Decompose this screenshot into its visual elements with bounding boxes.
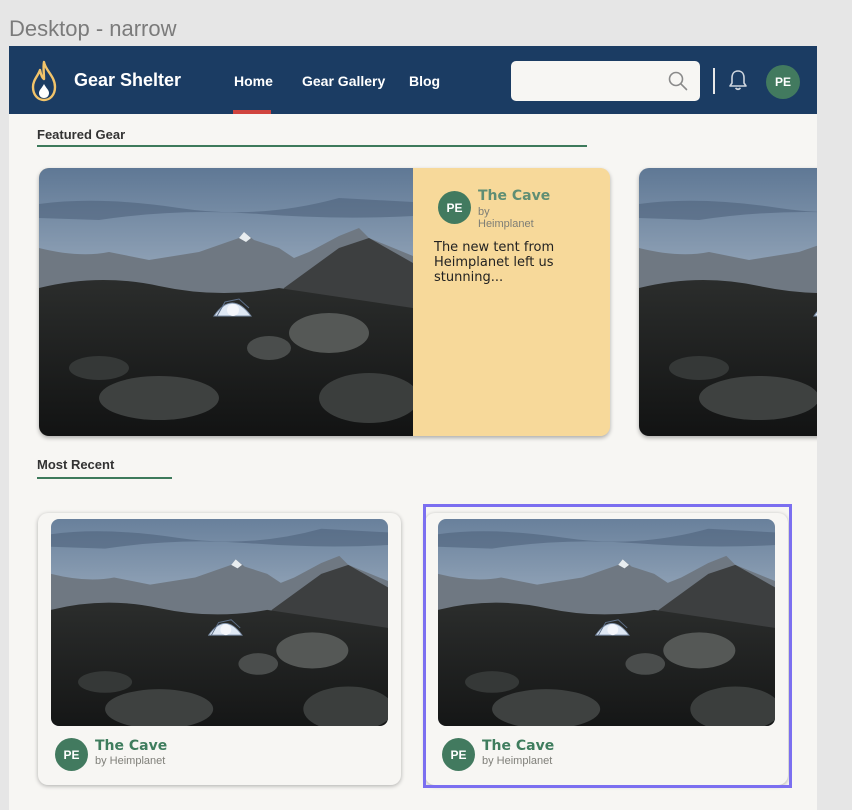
recent-card-title[interactable]: The Cave: [95, 738, 167, 754]
featured-section-title: Featured Gear: [37, 127, 126, 142]
nav-home[interactable]: Home: [234, 73, 273, 89]
featured-card-details: PE The Cave by Heimplanet The new tent f…: [413, 168, 610, 436]
header-divider: [713, 68, 715, 94]
featured-card-description: The new tent from Heimplanet left us stu…: [434, 240, 555, 285]
recent-card-author: by Heimplanet: [482, 755, 553, 767]
user-avatar[interactable]: PE: [766, 65, 800, 99]
flame-logo-icon[interactable]: [27, 60, 61, 102]
featured-card-next[interactable]: [639, 168, 817, 436]
author-avatar[interactable]: PE: [438, 191, 471, 224]
recent-card[interactable]: PE The Cave by Heimplanet: [425, 513, 788, 785]
top-navbar: Gear Shelter Home Gear Gallery Blog PE: [9, 46, 817, 114]
recent-section-underline: [37, 477, 172, 479]
recent-card-image: [438, 519, 775, 726]
search-icon[interactable]: [668, 71, 688, 91]
recent-card-image: [51, 519, 388, 726]
recent-card[interactable]: PE The Cave by Heimplanet: [38, 513, 401, 785]
featured-card-image: [39, 168, 413, 436]
brand-name[interactable]: Gear Shelter: [74, 70, 181, 91]
author-avatar[interactable]: PE: [55, 738, 88, 771]
featured-card-title[interactable]: The Cave: [478, 188, 550, 204]
author-avatar[interactable]: PE: [442, 738, 475, 771]
featured-card-author: by Heimplanet: [478, 206, 534, 230]
featured-card[interactable]: PE The Cave by Heimplanet The new tent f…: [39, 168, 610, 436]
active-nav-indicator: [233, 110, 271, 114]
nav-gear-gallery[interactable]: Gear Gallery: [302, 73, 385, 89]
recent-card-author: by Heimplanet: [95, 755, 166, 767]
nav-blog[interactable]: Blog: [409, 73, 440, 89]
bell-icon[interactable]: [728, 69, 748, 91]
recent-card-title[interactable]: The Cave: [482, 738, 554, 754]
search-input[interactable]: [511, 61, 700, 101]
frame-label: Desktop - narrow: [9, 16, 177, 41]
featured-section-underline: [37, 145, 587, 147]
desktop-frame: Gear Shelter Home Gear Gallery Blog PE F…: [9, 46, 817, 810]
recent-section-title: Most Recent: [37, 457, 115, 472]
